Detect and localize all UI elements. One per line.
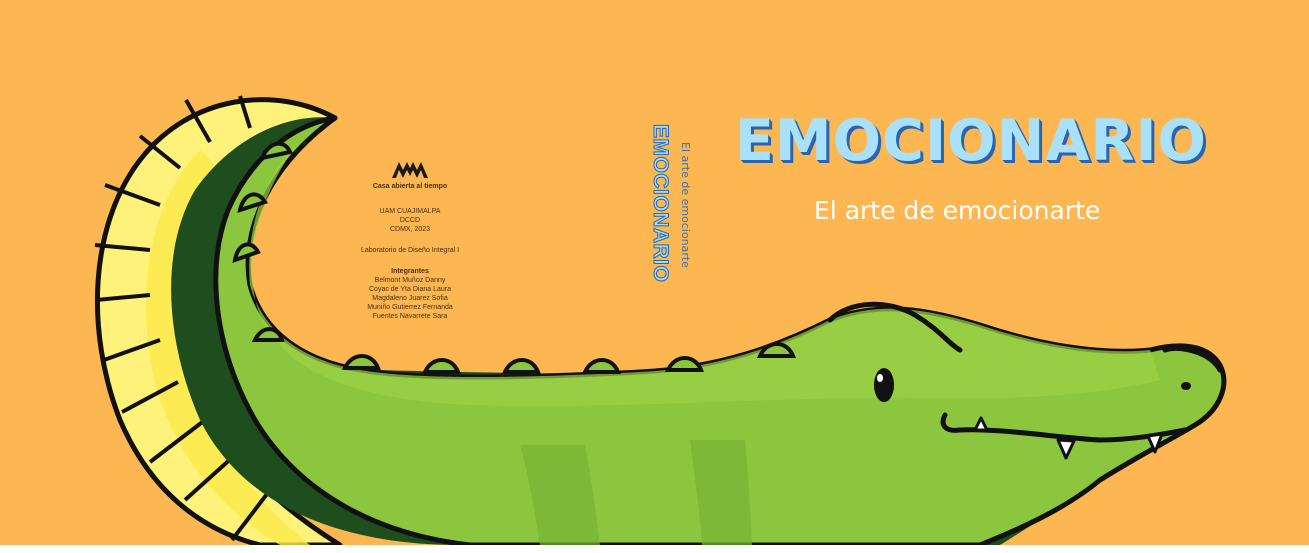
logo-tagline: Casa abierta al tiempo bbox=[372, 183, 448, 190]
member-name: Belmont Muñoz Danny bbox=[374, 277, 446, 284]
back-cover-credits: Casa abierta al tiempo UAM CUAJIMALPA DC… bbox=[330, 158, 490, 321]
spine-subtitle: El arte de emocionarte bbox=[679, 142, 692, 268]
back-spikes bbox=[232, 141, 796, 374]
member-name: Coyac de Yta Diana Laura bbox=[369, 286, 451, 293]
uam-logo-icon bbox=[392, 162, 428, 178]
book-title: EMOCIONARIO bbox=[735, 108, 1207, 174]
spine-title: EMOCIONARIO bbox=[649, 124, 673, 283]
book-subtitle: El arte de emocionarte bbox=[814, 196, 1101, 225]
members-heading: Integrantes bbox=[391, 268, 429, 275]
croc-nostril bbox=[1181, 382, 1191, 390]
course-name: Laboratorio de Diseño Integral I bbox=[360, 247, 460, 254]
institution-line: CDMX, 2023 bbox=[389, 226, 431, 233]
member-name: Muniño Gutierrez Fernanda bbox=[367, 304, 453, 311]
book-cover: Casa abierta al tiempo UAM CUAJIMALPA DC… bbox=[0, 0, 1309, 545]
book-spine: EMOCIONARIO El arte de emocionarte bbox=[632, 124, 693, 294]
croc-eye bbox=[874, 368, 894, 402]
institution-line: DCCD bbox=[399, 217, 421, 224]
member-name: Magdaleno Juarez Sofia bbox=[372, 295, 448, 302]
member-name: Fuentes Navarrete Sara bbox=[372, 313, 448, 320]
institution-line: UAM CUAJIMALPA bbox=[379, 208, 441, 215]
